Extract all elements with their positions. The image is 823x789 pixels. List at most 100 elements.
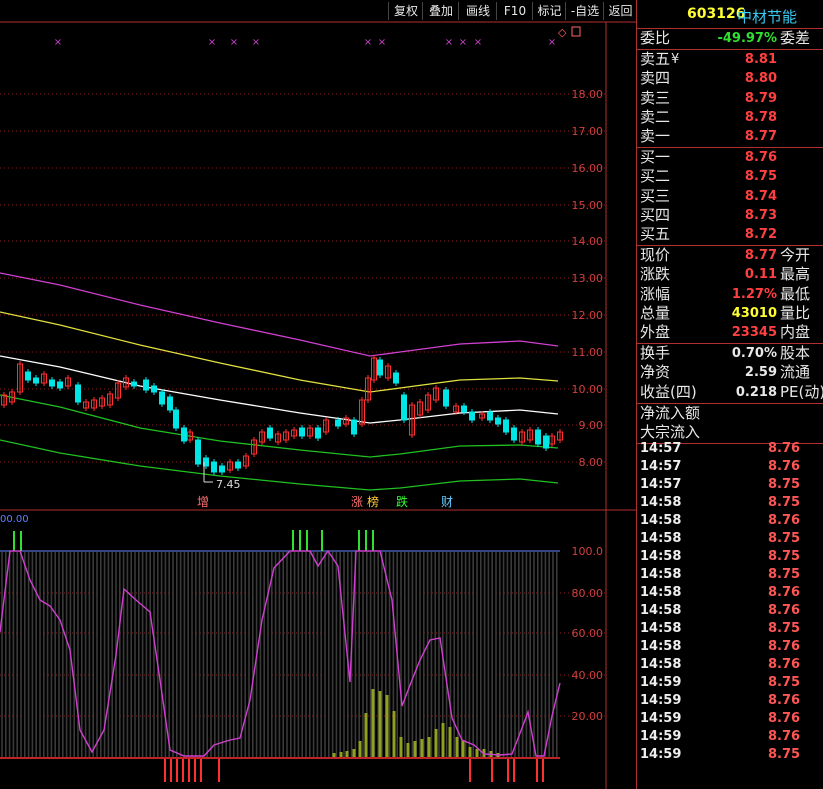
event-marker[interactable]: ×	[548, 37, 556, 48]
indicator-axis-labels: 100.0 80.00 60.00 40.00 20.00	[572, 545, 604, 723]
toolbar-button-1[interactable]: 叠加	[422, 2, 459, 20]
tick-row: 14:58 8.75	[637, 566, 823, 584]
indicator-tick-label: 20.00	[572, 710, 604, 723]
tick-price: 8.75	[768, 549, 801, 564]
tick-price: 8.75	[768, 621, 801, 636]
candle-body	[151, 385, 157, 393]
event-tag[interactable]: 涨	[351, 494, 363, 509]
toolbar-button-2[interactable]: 画线	[458, 2, 497, 20]
tick-time: 14:58	[640, 639, 682, 654]
event-marker[interactable]: ×	[230, 37, 238, 48]
volume-bar-olive	[406, 743, 410, 757]
event-marker[interactable]: ×	[459, 37, 467, 48]
event-marker[interactable]: ×	[208, 37, 216, 48]
weibi-row: 委比 -49.97% 委差	[637, 29, 823, 48]
kline-chart[interactable]: 18.00 17.00 16.00 15.00 14.00 13.00 12.00 11.00…	[0, 0, 636, 789]
ask-row-value: 8.79	[744, 90, 777, 106]
bid-row-label: 买五	[640, 225, 671, 243]
fundamental-row-label2: 流通	[780, 363, 811, 382]
toolbar-button-5[interactable]: -自选	[565, 2, 604, 20]
ask-row-label: 卖五	[640, 50, 671, 69]
candle-body	[495, 417, 501, 425]
volume-bar-olive	[352, 749, 356, 757]
tick-price: 8.75	[768, 747, 801, 762]
ask-row-value: 8.81	[744, 52, 777, 68]
tick-row: 14:59 8.76	[637, 692, 823, 710]
bid-row-label: 买三	[640, 186, 671, 205]
toolbar-button-6[interactable]: 返回	[603, 2, 637, 20]
event-marker[interactable]: ×	[378, 37, 386, 48]
bid-row: 买一 8.76	[637, 148, 823, 167]
diamond-icon[interactable]: ◇	[558, 26, 567, 39]
candle-body	[377, 359, 383, 376]
event-tag[interactable]: 榜	[367, 494, 379, 509]
event-tag[interactable]: 财	[441, 495, 453, 509]
fundamental-row-value: 0.218	[735, 384, 777, 400]
quote-row: 涨幅 1.27% 最低	[637, 285, 823, 304]
tick-price: 8.75	[768, 531, 801, 546]
indicator-tick-label: 40.00	[572, 669, 604, 682]
tick-row: 14:58 8.76	[637, 512, 823, 530]
candle-body	[159, 391, 165, 405]
tick-price: 8.75	[768, 495, 801, 510]
tick-price: 8.76	[768, 657, 801, 672]
quote-row-label2: 最高	[780, 265, 811, 284]
volume-bar-olive	[371, 689, 375, 757]
quote-row-label: 现价	[640, 246, 671, 265]
quote-row-label2: 量比	[780, 303, 811, 322]
quote-row: 总量 43010 量比	[637, 304, 823, 323]
band-mid	[0, 311, 559, 393]
tick-price: 8.76	[768, 711, 801, 726]
window-icon[interactable]	[571, 26, 581, 37]
tick-row: 14:57 8.76	[637, 458, 823, 476]
fundamental-row: 净资 2.59 流通	[637, 363, 823, 382]
ask-row: 卖四 8.80	[637, 69, 823, 88]
tick-price: 8.76	[768, 585, 801, 600]
bid-row-value: 8.73	[744, 207, 777, 223]
event-marker[interactable]: ×	[252, 37, 260, 48]
toolbar-button-4[interactable]: 标记	[532, 2, 566, 20]
volume-bar-olive	[475, 749, 479, 757]
indicator-tick-label: 80.00	[572, 587, 604, 600]
tick-time: 14:58	[640, 657, 682, 672]
candle-body	[173, 409, 179, 429]
event-marker[interactable]: ×	[364, 37, 372, 48]
tick-time: 14:58	[640, 531, 682, 546]
tick-row: 14:58 8.76	[637, 656, 823, 674]
ask-row: 卖一 8.77	[637, 127, 823, 146]
tick-time: 14:59	[640, 675, 682, 690]
low-price-label: 7.45	[216, 478, 241, 491]
ask-row-value: 8.80	[744, 71, 777, 87]
tick-time: 14:59	[640, 711, 682, 726]
candle-body	[49, 379, 55, 387]
event-marker[interactable]: ×	[445, 37, 453, 48]
event-tags: 增 涨榜 跌 财	[197, 494, 453, 509]
flow-row-label: 净流入额	[640, 403, 701, 422]
indicator-tick-label: 60.00	[572, 627, 604, 640]
event-marker[interactable]: ×	[474, 37, 482, 48]
tick-row: 14:59 8.76	[637, 710, 823, 728]
price-tick-label: 16.00	[572, 162, 604, 175]
price-tick-label: 15.00	[572, 199, 604, 212]
stock-name[interactable]: 中材节能	[737, 6, 797, 27]
quote-row-label: 总量	[640, 303, 671, 322]
fundamental-row: 收益(四) 0.218 PE(动)	[637, 383, 823, 402]
toolbar-button-0[interactable]: 复权	[388, 2, 423, 20]
tick-row: 14:58 8.76	[637, 638, 823, 656]
event-marker[interactable]: ×	[54, 37, 62, 48]
ask-row: 卖三 8.79	[637, 89, 823, 108]
event-tag[interactable]: 增	[197, 495, 209, 509]
tick-row: 14:58 8.75	[637, 530, 823, 548]
price-axis-labels: 18.00 17.00 16.00 15.00 14.00 13.00 12.00 11.00…	[572, 88, 604, 469]
event-tag[interactable]: 跌	[396, 494, 408, 509]
ask-row: 卖五 8.81	[637, 50, 823, 69]
price-gridlines	[0, 93, 606, 463]
tick-row: 14:58 8.75	[637, 494, 823, 512]
toolbar-button-3[interactable]: F10	[496, 2, 533, 20]
tick-time: 14:57	[640, 459, 682, 474]
price-tick-label: 14.00	[572, 235, 604, 248]
tick-price: 8.76	[768, 693, 801, 708]
tick-price: 8.76	[768, 513, 801, 528]
volume-bar-olive	[427, 737, 431, 757]
price-tick-label: 18.00	[572, 88, 604, 101]
